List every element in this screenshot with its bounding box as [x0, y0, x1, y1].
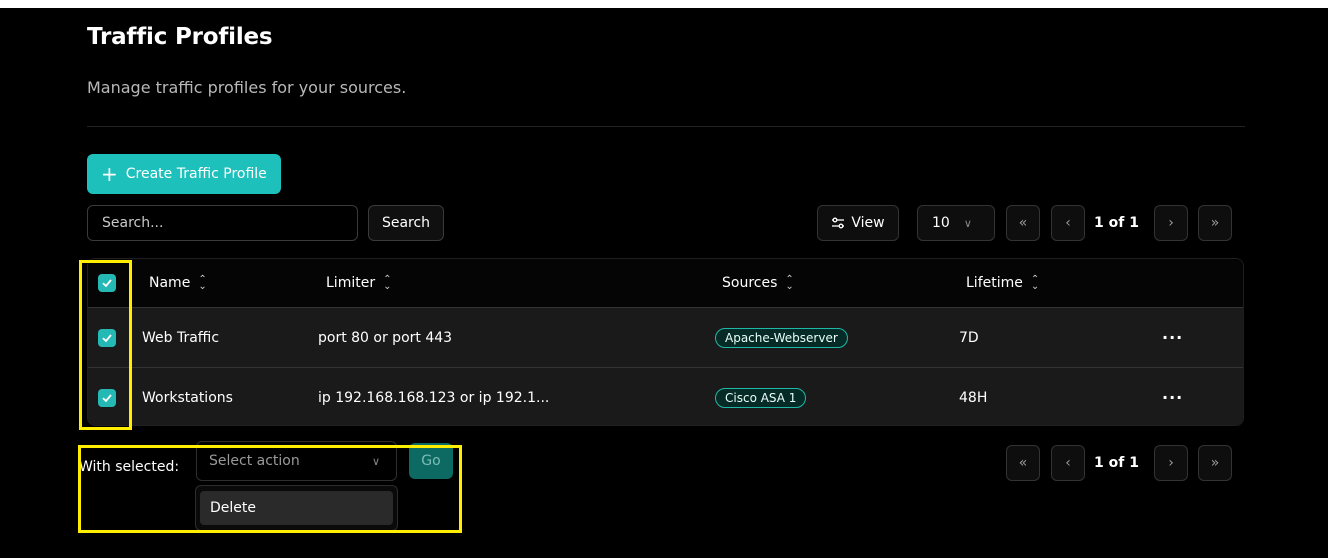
column-header-name[interactable]: Name ⌃ ⌄ — [149, 259, 207, 307]
chevron-right-icon: › — [1168, 215, 1174, 231]
column-header-limiter[interactable]: Limiter ⌃ ⌄ — [326, 259, 391, 307]
row-limiter: ip 192.168.168.123 or ip 192.1... — [318, 389, 550, 406]
chevron-down-icon: ∨ — [963, 216, 972, 230]
chevron-left-icon: ‹ — [1065, 455, 1071, 471]
source-badge: Apache-Webserver — [715, 327, 848, 348]
sort-icon: ⌃ ⌄ — [383, 274, 392, 292]
chevron-right-icon: › — [1168, 455, 1174, 471]
page-indicator: 1 of 1 — [1094, 215, 1139, 231]
last-page-button-bottom[interactable]: » — [1198, 445, 1232, 481]
row-name: Web Traffic — [142, 329, 220, 346]
double-chevron-right-icon: » — [1210, 215, 1220, 231]
highlight-box-checkboxes — [79, 260, 132, 430]
page-title: Traffic Profiles — [87, 24, 273, 50]
row-actions-menu-icon[interactable]: ··· — [1162, 368, 1183, 425]
plus-icon: + — [101, 162, 118, 186]
prev-page-button[interactable]: ‹ — [1051, 205, 1085, 241]
sort-icon: ⌃ ⌄ — [1030, 274, 1040, 292]
create-button-label: Create Traffic Profile — [125, 166, 267, 182]
app-window: Traffic Profiles Manage traffic profiles… — [0, 8, 1328, 558]
row-actions-menu-icon[interactable]: ··· — [1162, 308, 1183, 367]
view-button-label: View — [851, 215, 885, 231]
traffic-profiles-table: Name ⌃ ⌄ Limiter ⌃ ⌄ Sources ⌃ ⌄ Lifetime ⌃… — [87, 258, 1244, 426]
search-button[interactable]: Search — [368, 205, 444, 241]
row-lifetime: 7D — [959, 329, 979, 346]
column-header-lifetime[interactable]: Lifetime ⌃ ⌄ — [966, 259, 1039, 307]
view-options-button[interactable]: View — [817, 205, 899, 241]
first-page-button[interactable]: « — [1006, 205, 1040, 241]
sort-icon: ⌃ ⌄ — [198, 274, 207, 292]
prev-page-button-bottom[interactable]: ‹ — [1051, 445, 1085, 481]
source-badge: Cisco ASA 1 — [715, 387, 807, 408]
double-chevron-right-icon: » — [1210, 455, 1220, 471]
chevron-left-icon: ‹ — [1065, 215, 1071, 231]
page-size-select[interactable]: 10 ∨ — [917, 205, 995, 241]
next-page-button[interactable]: › — [1154, 205, 1188, 241]
table-row[interactable]: Web Traffic port 80 or port 443 Apache-W… — [88, 307, 1243, 367]
double-chevron-left-icon: « — [1018, 215, 1028, 231]
page-size-value: 10 — [932, 215, 950, 231]
page-subtitle: Manage traffic profiles for your sources… — [87, 78, 407, 97]
sliders-icon — [832, 217, 845, 229]
header-divider — [87, 126, 1245, 127]
create-traffic-profile-button[interactable]: + Create Traffic Profile — [87, 154, 281, 194]
table-header: Name ⌃ ⌄ Limiter ⌃ ⌄ Sources ⌃ ⌄ Lifetime ⌃… — [88, 259, 1243, 307]
search-input[interactable] — [87, 205, 358, 241]
highlight-box-bulk-actions — [78, 445, 462, 533]
column-header-sources[interactable]: Sources ⌃ ⌄ — [722, 259, 794, 307]
row-limiter: port 80 or port 443 — [318, 329, 453, 346]
double-chevron-left-icon: « — [1018, 455, 1028, 471]
row-lifetime: 48H — [959, 389, 988, 406]
row-name: Workstations — [142, 389, 233, 406]
page-indicator-bottom: 1 of 1 — [1094, 455, 1139, 471]
table-row[interactable]: Workstations ip 192.168.168.123 or ip 19… — [88, 367, 1243, 425]
next-page-button-bottom[interactable]: › — [1154, 445, 1188, 481]
sort-icon: ⌃ ⌄ — [785, 274, 794, 292]
first-page-button-bottom[interactable]: « — [1006, 445, 1040, 481]
last-page-button[interactable]: » — [1198, 205, 1232, 241]
